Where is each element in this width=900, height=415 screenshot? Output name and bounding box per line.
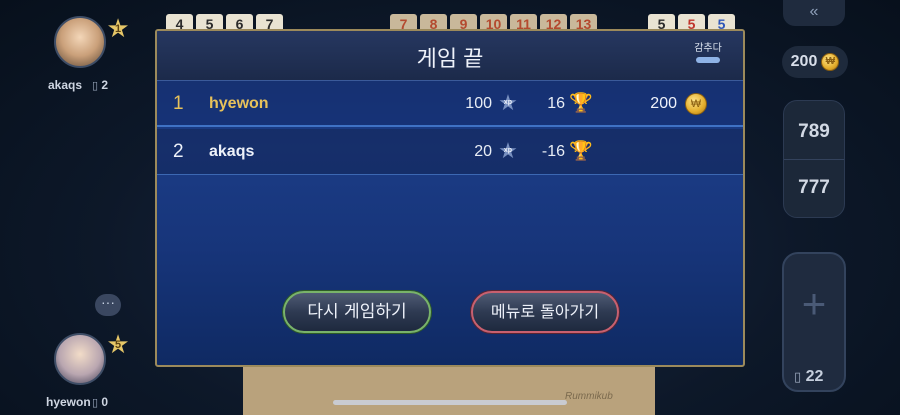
hide-toggle-icon <box>696 57 720 63</box>
game-over-dialog: 게임 끝 감추다 1 hyewon 100 ★ xp 16 🏆 200 ₩ 2 … <box>155 29 745 367</box>
result-row: 2 akaqs 20 ★ xp -16 🏆 <box>157 129 743 175</box>
result-coins: 200 <box>650 95 677 112</box>
back-to-menu-button[interactable]: 메뉴로 돌아가기 <box>471 291 619 333</box>
plus-icon: + <box>801 280 827 327</box>
xp-tag: xp <box>503 147 513 154</box>
player-level: 5 <box>114 339 122 351</box>
coin-balance: 200 ₩ <box>782 46 848 78</box>
result-trophies: 16 <box>547 95 565 112</box>
player-name: hyewon <box>46 395 91 409</box>
hide-label: 감추다 <box>694 43 722 54</box>
player-avatar[interactable] <box>54 333 106 385</box>
coin-balance-value: 200 <box>790 53 818 70</box>
play-again-button[interactable]: 다시 게임하기 <box>283 291 431 333</box>
result-rank: 1 <box>173 93 184 114</box>
score-value-bottom: 777 <box>798 177 830 198</box>
result-xp: 20 <box>474 143 492 160</box>
tile-rack <box>243 365 655 415</box>
rack-brand: Rummikub <box>565 391 613 402</box>
dialog-header: 게임 끝 감추다 <box>157 31 743 81</box>
result-name: hyewon <box>209 95 269 112</box>
result-rank: 2 <box>173 141 184 162</box>
opponent-level: 1 <box>114 23 122 35</box>
hide-button[interactable]: 감추다 <box>691 39 725 63</box>
player-tile-count: ▯ 0 <box>92 395 108 409</box>
opponent-tile-count: ▯ 2 <box>92 78 108 92</box>
collapse-arrows-button[interactable]: « <box>783 0 845 26</box>
result-trophies: -16 <box>541 143 565 160</box>
xp-tag: xp <box>503 99 513 106</box>
trophy-icon: 🏆 <box>569 141 593 162</box>
opponent-tile-count-value: 2 <box>101 78 109 92</box>
chat-button[interactable]: ··· <box>95 294 121 316</box>
home-indicator[interactable] <box>333 400 567 405</box>
result-name: akaqs <box>209 143 255 160</box>
pool-count-value: 22 <box>805 368 824 385</box>
coin-icon: ₩ <box>821 53 840 71</box>
result-xp: 100 <box>465 95 492 112</box>
score-panel: 789 777 <box>783 100 845 218</box>
score-divider <box>784 159 844 160</box>
tile-stack-icon: ▯ <box>92 80 99 92</box>
opponent-avatar[interactable] <box>54 16 106 68</box>
score-value-top: 789 <box>798 121 830 142</box>
player-tile-count-value: 0 <box>101 395 109 409</box>
dialog-title: 게임 끝 <box>416 46 484 71</box>
tile-stack-icon: ▯ <box>92 397 99 409</box>
trophy-icon: 🏆 <box>569 93 593 114</box>
coin-icon: ₩ <box>685 93 707 115</box>
result-row: 1 hyewon 100 ★ xp 16 🏆 200 ₩ <box>157 81 743 127</box>
draw-tile-button[interactable]: + ▯ 22 <box>782 252 846 392</box>
pool-count: ▯ 22 <box>794 368 823 386</box>
opponent-name: akaqs <box>48 78 83 92</box>
tile-stack-icon: ▯ <box>794 369 802 384</box>
